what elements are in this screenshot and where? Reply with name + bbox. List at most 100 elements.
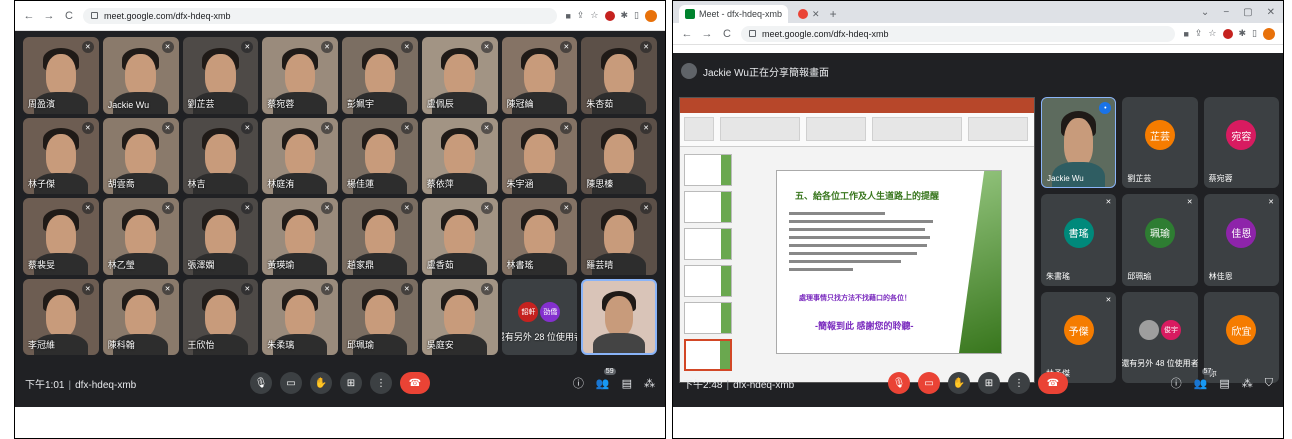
activities-icon[interactable]: ⁂ (644, 377, 655, 390)
slide-thumbnail[interactable] (684, 265, 732, 297)
participant-tile[interactable]: 芷芸 劉芷芸 (1122, 97, 1198, 189)
participant-tile[interactable]: ✕ 林庭洧 (262, 117, 338, 194)
minimize-icon[interactable]: − (1223, 7, 1229, 18)
present-button[interactable]: ⊞ (340, 372, 362, 394)
raise-hand-button[interactable]: ✋ (310, 372, 332, 394)
tab-search-icon[interactable]: ⌄ (1201, 7, 1209, 18)
extension-icon[interactable] (1222, 28, 1233, 39)
participant-tile[interactable]: ✕ 劉芷芸 (182, 37, 259, 114)
participant-tile[interactable]: ✕ 趙家鼎 (342, 198, 418, 275)
participant-tile[interactable]: ✕ 林乙瑩 (102, 198, 179, 275)
participant-name: 陳思榛 (586, 179, 614, 189)
participant-tile[interactable]: ✕ 蔡裴旻 (23, 198, 99, 275)
participant-tile[interactable]: 珮瑜 ✕ 邱珮瑜 (1122, 194, 1198, 286)
participant-tile[interactable]: ✕ 朱宇涵 (501, 117, 578, 194)
participant-tile[interactable]: ✕ 彭姵宇 (342, 37, 418, 114)
back-icon[interactable]: ← (23, 10, 35, 22)
sidepanel-icon[interactable]: ▯ (634, 10, 639, 21)
participant-tile[interactable]: ✕ 林子傑 (23, 117, 99, 194)
reload-icon[interactable]: C (63, 10, 75, 22)
camera-button[interactable]: ▭ (280, 372, 302, 394)
participant-name: 盧香茹 (426, 259, 454, 270)
chat-icon[interactable]: ▤ (1219, 377, 1229, 390)
participant-tile[interactable]: ✕ 朱杏茹 (581, 37, 657, 114)
people-button[interactable]: 👥 57 (1194, 367, 1214, 390)
participant-tile[interactable]: ✕ 邱珮瑜 (342, 278, 418, 355)
forward-icon[interactable]: → (701, 28, 713, 40)
back-icon[interactable]: ← (681, 28, 693, 40)
info-icon[interactable]: ⓘ (573, 375, 584, 391)
share-icon[interactable]: ⇪ (1195, 28, 1203, 39)
camera-icon[interactable]: ■ (565, 11, 570, 21)
info-icon[interactable]: ⓘ (1171, 375, 1182, 391)
host-controls-icon[interactable]: ⛉ (1265, 377, 1273, 390)
sidepanel-icon[interactable]: ▯ (1252, 28, 1257, 39)
puzzle-icon[interactable]: ✱ (1239, 28, 1247, 39)
participant-tile[interactable]: ✕ 陳冠綸 (501, 37, 578, 114)
raise-hand-button[interactable]: ✋ (948, 372, 970, 394)
profile-avatar[interactable] (645, 9, 657, 22)
participant-tile[interactable]: ✕ 周盈濱 (23, 37, 99, 114)
extension-icon[interactable] (604, 10, 615, 21)
participant-tile[interactable]: ✕ 蔡宛蓉 (262, 37, 338, 114)
mic-button[interactable]: 🎙 (250, 372, 272, 394)
participant-tile[interactable]: 宛容 蔡宛蓉 (1203, 97, 1279, 189)
slide-thumbnail[interactable] (684, 154, 732, 186)
participant-tile[interactable]: ✕ 朱柔璃 (262, 278, 338, 355)
camera-off-button[interactable]: ▭ (918, 372, 940, 394)
participant-tile[interactable]: ✕ 王欣怡 (182, 278, 259, 355)
participant-tile[interactable]: ✕ 張澤嫻 (182, 198, 259, 275)
more-options-button[interactable]: ⋮ (1008, 372, 1030, 394)
puzzle-icon[interactable]: ✱ (621, 10, 629, 21)
self-view-tile[interactable] (581, 278, 657, 355)
mic-off-button[interactable]: 🎙 (888, 372, 910, 394)
participant-tile[interactable]: ✕ 黃瑛瑜 (262, 198, 338, 275)
participant-tile[interactable]: ✕ 林書瑤 (501, 198, 578, 275)
participant-tile[interactable]: ✕ 陳科翰 (102, 278, 179, 355)
participant-tile[interactable]: 佳恩 ✕ 林佳恩 (1203, 194, 1279, 286)
camera-icon[interactable]: ■ (1183, 29, 1188, 39)
participant-tile[interactable]: • Jackie Wu (1041, 97, 1117, 189)
maximize-icon[interactable]: ▢ (1243, 7, 1252, 18)
forward-icon[interactable]: → (43, 10, 55, 22)
tab-meet[interactable]: Meet - dfx-hdeq-xmb (679, 5, 789, 23)
participant-tile[interactable]: ✕ 吳庭安 (421, 278, 498, 355)
participant-tile[interactable]: ✕ 盧香茹 (421, 198, 498, 275)
participant-tile[interactable]: ✕ Jackie Wu (102, 37, 179, 114)
left-omnibox[interactable]: meet.google.com/dfx-hdeq-xmb (83, 7, 558, 24)
participant-tile[interactable]: ✕ 蔡依萍 (421, 117, 498, 194)
activities-icon[interactable]: ⁂ (1242, 377, 1253, 390)
profile-avatar[interactable] (1263, 27, 1275, 40)
right-url: meet.google.com/dfx-hdeq-xmb (762, 28, 889, 39)
tab-title: Meet - dfx-hdeq-xmb (699, 9, 783, 19)
slide-thumbnail[interactable] (684, 228, 732, 260)
participant-tile[interactable]: ✕ 胡雲喬 (102, 117, 179, 194)
participant-tile[interactable]: ✕ 陳思榛 (581, 117, 657, 194)
participant-tile[interactable]: ✕ 李冠維 (23, 278, 99, 355)
more-options-button[interactable]: ⋮ (370, 372, 392, 394)
hangup-button[interactable]: ☎ (400, 372, 430, 394)
participant-tile[interactable]: ✕ 羅芸晴 (581, 198, 657, 275)
participant-tile[interactable]: 書瑤 ✕ 朱書瑤 (1041, 194, 1117, 286)
participant-tile[interactable]: ✕ 林吉 (182, 117, 259, 194)
bookmark-star-icon[interactable]: ☆ (1208, 28, 1216, 39)
slide-thumbnail[interactable] (684, 191, 732, 223)
share-icon[interactable]: ⇪ (577, 10, 585, 21)
participant-tile[interactable]: ✕ 盧佩辰 (421, 37, 498, 114)
participant-name: 朱杏茹 (586, 98, 614, 109)
hangup-button[interactable]: ☎ (1038, 372, 1068, 394)
new-tab-icon[interactable]: + (830, 7, 837, 21)
right-omnibox[interactable]: meet.google.com/dfx-hdeq-xmb (741, 25, 1176, 42)
reload-icon[interactable]: C (721, 28, 733, 40)
mic-off-icon: ✕ (560, 121, 573, 134)
tab-close-icon[interactable]: ✕ (812, 9, 820, 20)
present-button[interactable]: ⊞ (978, 372, 1000, 394)
slide-thumbnail[interactable] (684, 302, 732, 334)
participant-tile[interactable]: ✕ 楊佳蓮 (342, 117, 418, 194)
people-button[interactable]: 👥 59 (596, 367, 616, 390)
bookmark-star-icon[interactable]: ☆ (590, 10, 598, 21)
close-window-icon[interactable]: ✕ (1267, 7, 1275, 18)
chat-icon[interactable]: ▤ (622, 377, 632, 390)
others-tile[interactable]: 韶軒劭僑還有另外 28 位使用者 (501, 278, 578, 355)
tab-second[interactable]: ✕ (792, 5, 826, 23)
